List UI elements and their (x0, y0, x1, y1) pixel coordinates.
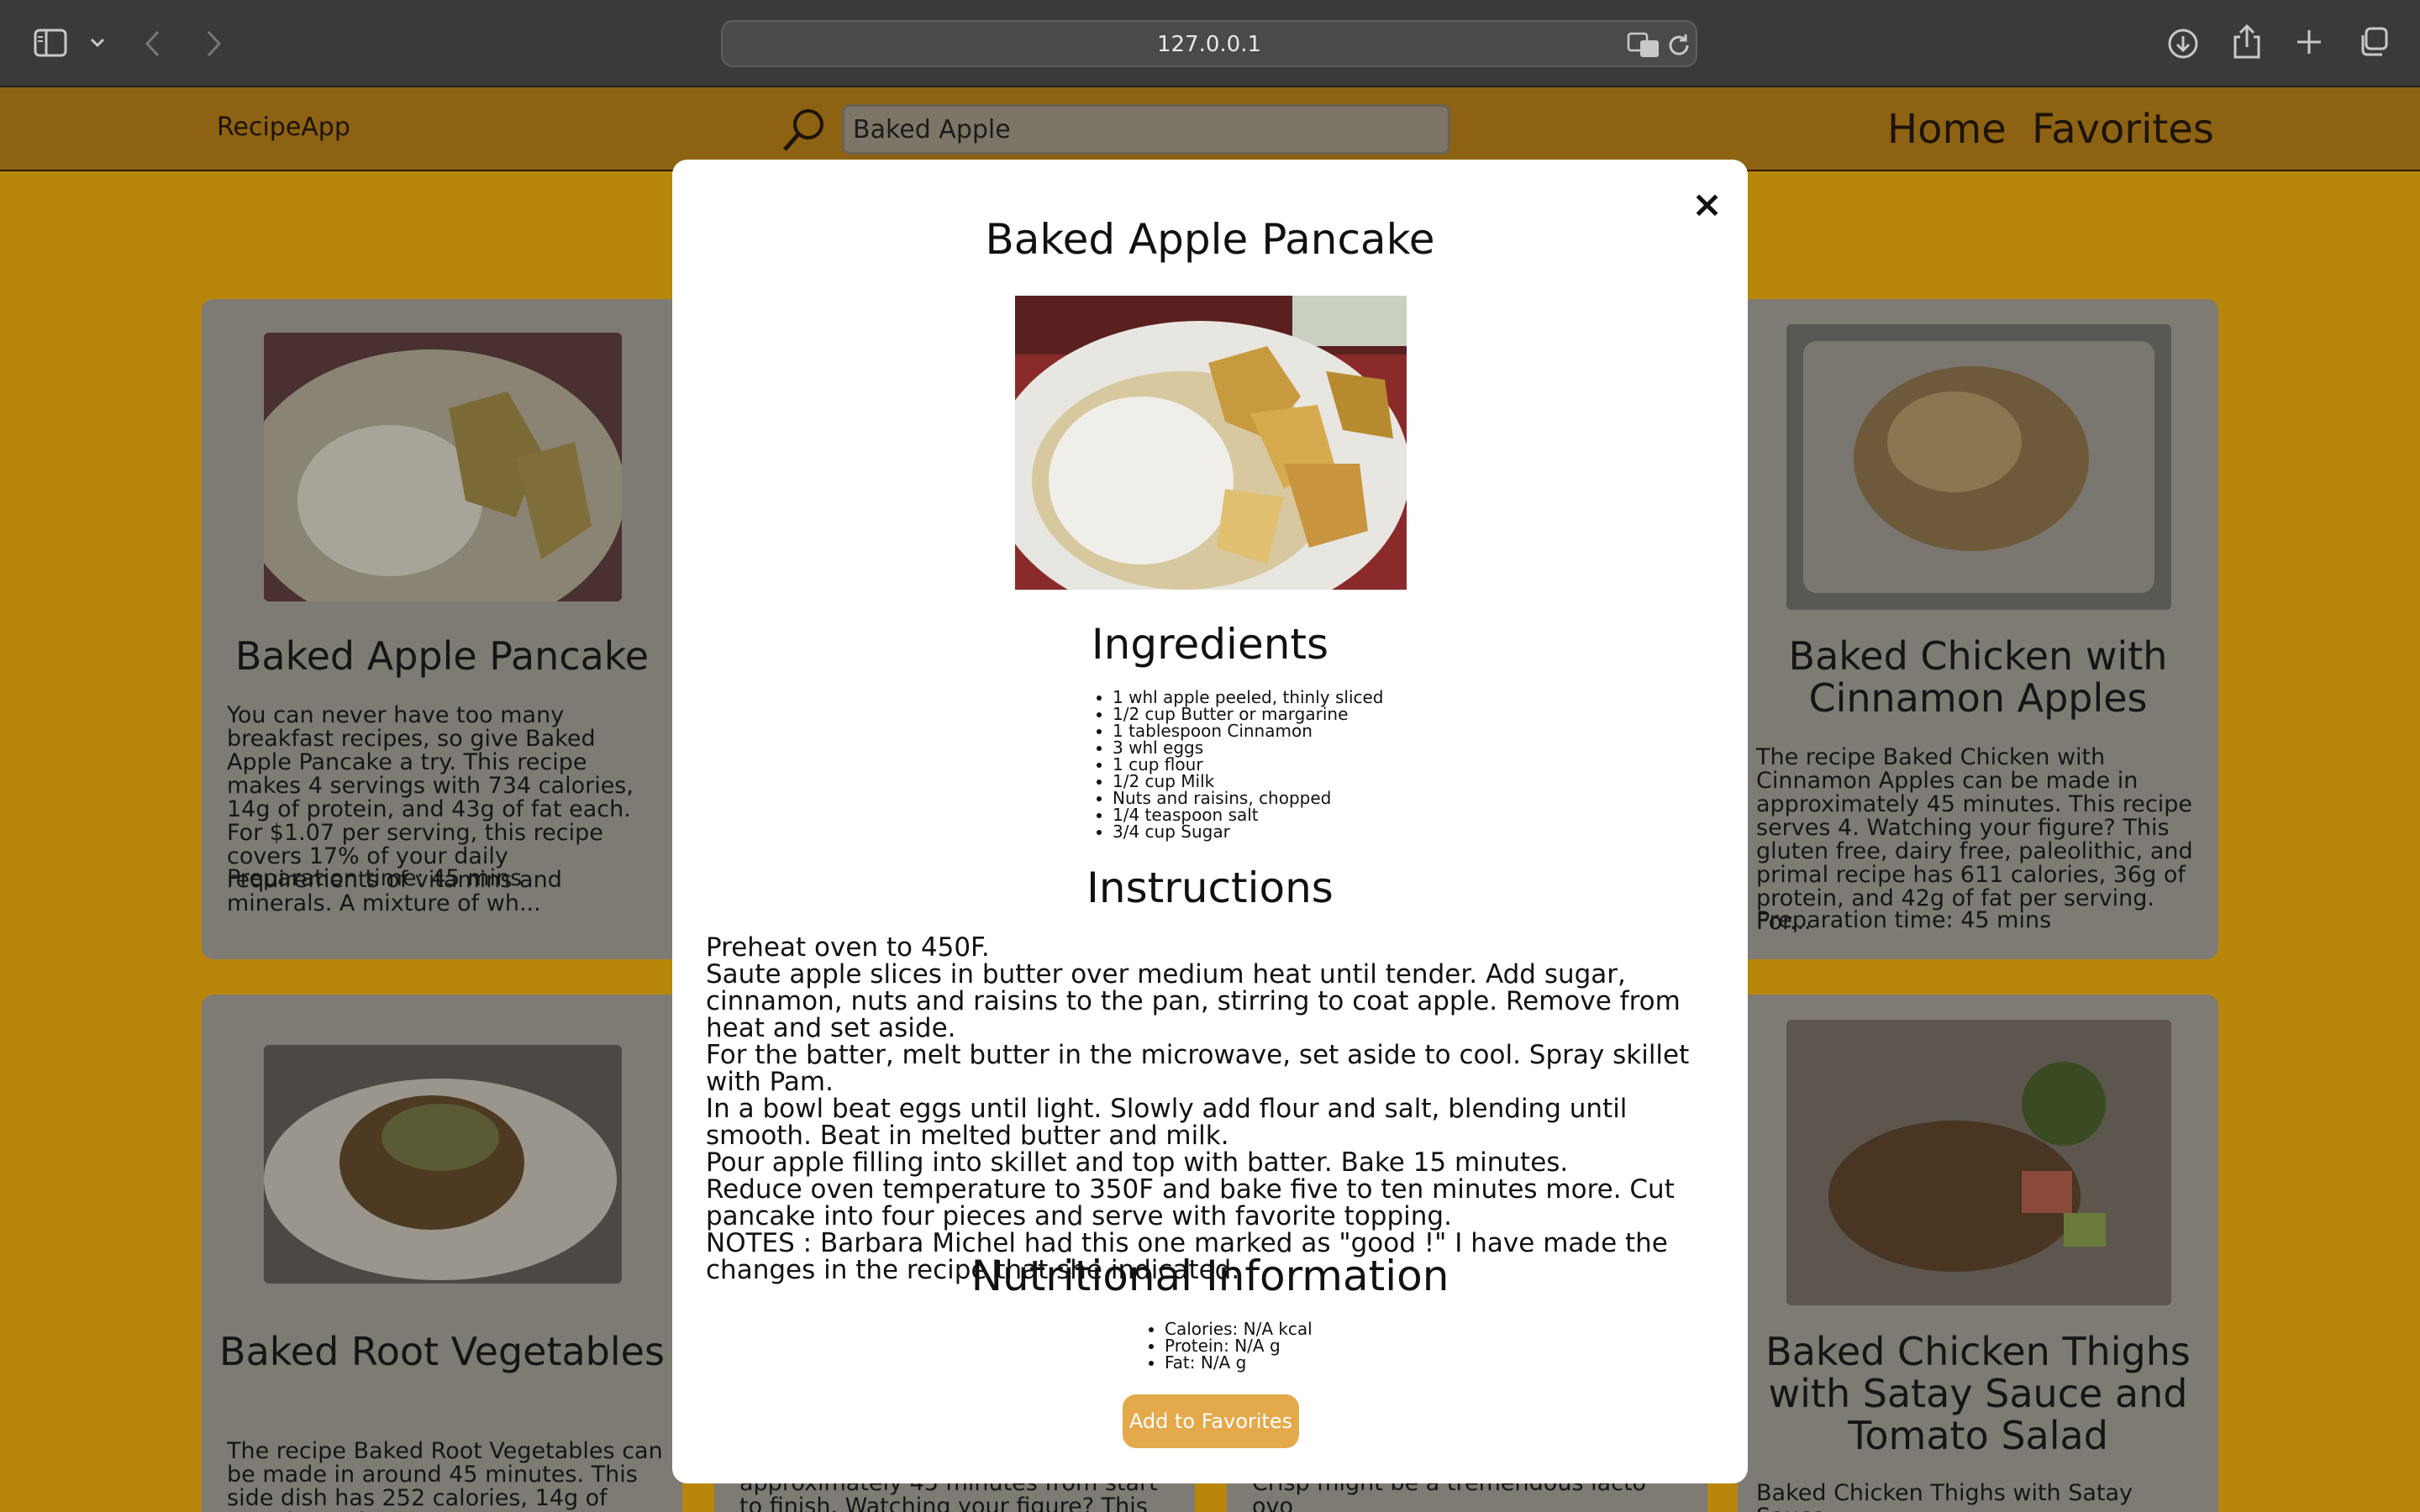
nutrition-item: Fat: N/A g (1165, 1354, 1313, 1371)
recipe-title: Baked Chicken Thighs with Satay Sauce an… (1765, 1329, 2191, 1458)
recipe-description: Baked Chicken Thighs with Satay Sauce (1756, 1480, 2133, 1512)
nutrition-list: Calories: N/A kcal Protein: N/A g Fat: N… (1143, 1320, 1313, 1371)
sidebar-icon[interactable] (34, 29, 67, 57)
instruction-step: In a bowl beat eggs until light. Slowly … (706, 1094, 1628, 1151)
tabs-overview-icon[interactable] (2356, 25, 2390, 59)
translate-icon[interactable] (1627, 32, 1660, 59)
nutrition-heading: Nutritional Information (971, 1252, 1449, 1300)
instruction-step: Reduce oven temperature to 350F and bake… (706, 1174, 1675, 1231)
recipe-image (264, 1045, 622, 1284)
recipe-image (1786, 324, 2171, 610)
nav-home[interactable]: Home (1887, 106, 2007, 153)
recipe-card[interactable]: Baked Apple Pancake You can never have t… (202, 299, 682, 959)
ingredient-item: 1 whl apple peeled, thinly sliced (1113, 689, 1384, 706)
address-bar[interactable]: 127.0.0.1 (721, 20, 1697, 67)
ingredient-item: 1 cup flour (1113, 756, 1384, 773)
share-icon[interactable] (2232, 24, 2262, 60)
recipe-image (264, 333, 622, 601)
download-icon[interactable] (2166, 27, 2200, 60)
brand-logo[interactable]: RecipeApp (217, 113, 350, 142)
recipe-prep-time: Preparation time: 45 mins (1756, 907, 2052, 933)
add-to-favorites-button[interactable]: Add to Favorites (1123, 1394, 1299, 1448)
search-input[interactable] (842, 104, 1450, 155)
ingredient-item: 3/4 cup Sugar (1113, 823, 1384, 840)
nutrition-item: Protein: N/A g (1165, 1337, 1313, 1354)
recipe-card[interactable]: Baked Root Vegetables The recipe Baked R… (202, 995, 682, 1512)
recipe-image (1786, 1020, 2171, 1305)
recipe-card[interactable]: Baked Chicken Thighs with Satay Sauce an… (1738, 995, 2218, 1512)
ingredient-item: 1/2 cup Butter or margarine (1113, 706, 1384, 722)
recipe-detail-modal: × Baked Apple Pancake Ingredients 1 whl … (672, 160, 1748, 1483)
instructions-text: Preheat oven to 450F. Saute apple slices… (706, 934, 1723, 1284)
recipe-title: Baked Apple Pancake (234, 633, 650, 679)
ingredients-list: 1 whl apple peeled, thinly sliced 1/2 cu… (1091, 689, 1384, 840)
instruction-step: Saute apple slices in butter over medium… (706, 959, 1681, 1043)
chevron-down-icon[interactable] (89, 37, 106, 49)
reload-icon[interactable] (1665, 32, 1692, 59)
new-tab-icon[interactable] (2294, 27, 2324, 57)
nutrition-item: Calories: N/A kcal (1165, 1320, 1313, 1337)
search-icon[interactable] (778, 106, 829, 156)
ingredient-item: 3 whl eggs (1113, 739, 1384, 756)
browser-toolbar: 127.0.0.1 (0, 0, 2420, 87)
recipe-card[interactable]: Baked Chicken with Cinnamon Apples The r… (1738, 299, 2218, 959)
instruction-step: Pour apple filling into skillet and top … (706, 1147, 1569, 1178)
ingredient-item: 1/2 cup Milk (1113, 773, 1384, 790)
back-icon[interactable] (143, 29, 163, 59)
nav-favorites[interactable]: Favorites (2032, 106, 2214, 153)
recipe-title: Baked Chicken with Cinnamon Apples (1788, 633, 2168, 721)
forward-icon[interactable] (203, 29, 224, 59)
modal-title: Baked Apple Pancake (985, 215, 1435, 264)
instruction-step: Preheat oven to 450F. (706, 932, 990, 963)
recipe-prep-time: Preparation time: 45 mins (227, 865, 523, 891)
ingredient-item: 1 tablespoon Cinnamon (1113, 722, 1384, 739)
url-text: 127.0.0.1 (1156, 32, 1262, 57)
recipe-description: The recipe Baked Root Vegetables can be … (227, 1438, 663, 1512)
instruction-step: For the batter, melt butter in the micro… (706, 1040, 1690, 1097)
recipe-image (1015, 296, 1407, 590)
recipe-description: The recipe Baked Chicken with Cinnamon A… (1756, 744, 2193, 935)
ingredient-item: Nuts and raisins, chopped (1113, 790, 1384, 806)
ingredient-item: 1/4 teaspoon salt (1113, 806, 1384, 823)
recipe-title: Baked Root Vegetables (219, 1329, 665, 1374)
ingredients-heading: Ingredients (1091, 620, 1329, 669)
instructions-heading: Instructions (1086, 864, 1334, 912)
app-header: RecipeApp Home Favorites (0, 87, 2420, 171)
